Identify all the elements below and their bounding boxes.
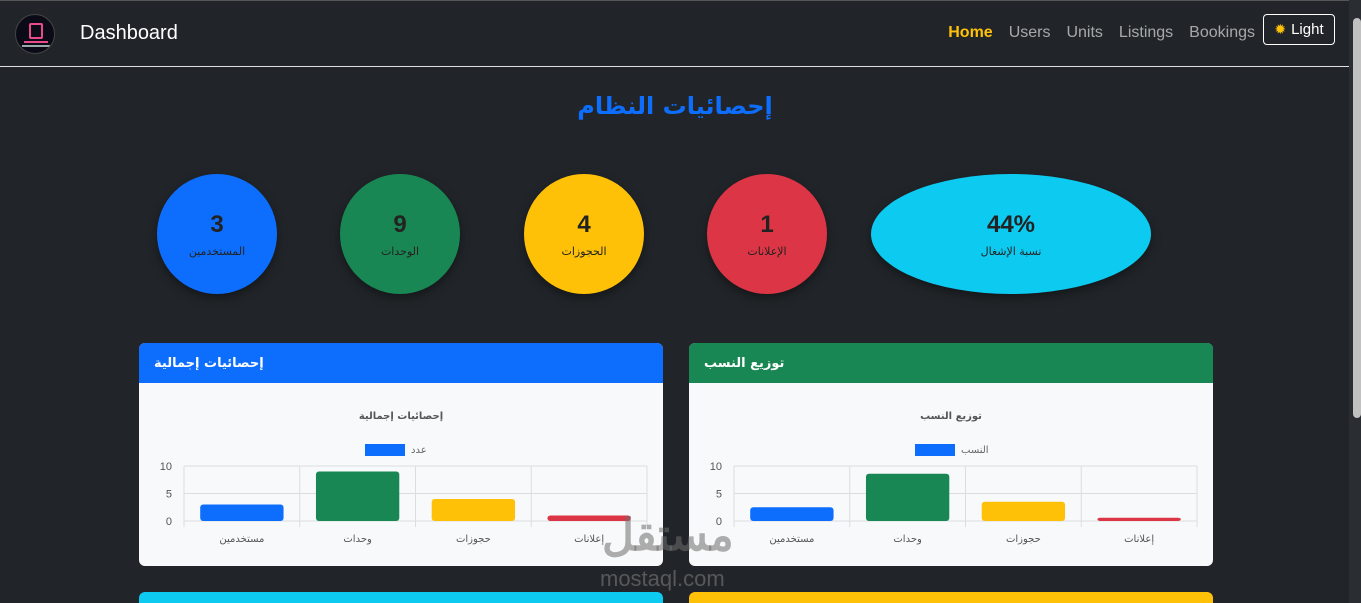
bottom-card-right xyxy=(689,592,1213,603)
legend-label: النسب xyxy=(961,445,989,456)
x-tick-label: وحدات xyxy=(893,534,922,545)
chart-title: إحصائيات إجمالية xyxy=(359,411,443,422)
chart-bar xyxy=(750,507,834,521)
watermark-latin: mostaql.com xyxy=(600,566,725,591)
stat-occupancy: 44% نسبة الإشغال xyxy=(871,174,1151,294)
x-tick-label: حجوزات xyxy=(1006,534,1041,545)
card-overall-stats: إحصائيات إجمالية إحصائيات إجمالية عدد 0 5 10… xyxy=(139,343,663,566)
card-body: توزيع النسب النسب 0 5 10 مستخدمين وحدات حجوزات إ… xyxy=(689,383,1213,566)
page-title: إحصائيات النظام xyxy=(577,92,773,120)
brand-title[interactable]: Dashboard xyxy=(80,22,178,45)
legend-label: عدد xyxy=(411,445,427,456)
stat-label: نسبة الإشغال xyxy=(980,244,1042,258)
x-tick-label: وحدات xyxy=(343,534,372,545)
card-header-title: توزيع النسب xyxy=(704,355,785,371)
theme-toggle-button[interactable]: ✹ Light xyxy=(1263,14,1335,45)
legend-swatch xyxy=(915,444,955,456)
nav-links: Home Users Units Listings Bookings xyxy=(932,24,1255,42)
stat-value: 44% xyxy=(986,210,1036,238)
y-tick-label: 0 xyxy=(166,516,172,528)
watermark-arabic: مستقل xyxy=(602,511,734,560)
stat-value: 3 xyxy=(210,210,224,238)
y-tick-label: 10 xyxy=(710,461,722,473)
stat-label: الحجوزات xyxy=(561,244,607,258)
stat-label: المستخدمين xyxy=(188,244,246,258)
nav-link-bookings[interactable]: Bookings xyxy=(1189,24,1255,42)
chart-bar xyxy=(200,504,284,521)
x-tick-label: مستخدمين xyxy=(219,534,264,545)
chart-bar xyxy=(865,473,950,521)
chart-bar xyxy=(315,471,400,521)
nav-link-home[interactable]: Home xyxy=(948,24,992,42)
stat-bookings: 4 الحجوزات xyxy=(524,174,644,294)
card-header: توزيع النسب xyxy=(689,343,1213,383)
x-tick-label: حجوزات xyxy=(456,534,491,545)
stat-users: 3 المستخدمين xyxy=(157,174,277,294)
nav-link-units[interactable]: Units xyxy=(1066,24,1102,42)
nav-link-users[interactable]: Users xyxy=(1009,24,1051,42)
y-tick-label: 10 xyxy=(160,461,172,473)
y-tick-label: 5 xyxy=(166,489,172,501)
sun-icon: ✹ xyxy=(1274,21,1287,37)
chart-bar xyxy=(981,501,1066,521)
chart-bar xyxy=(431,499,516,521)
cart-icon xyxy=(29,23,43,39)
stat-label: الإعلانات xyxy=(747,244,787,258)
card-body: إحصائيات إجمالية عدد 0 5 10 مستخدمين وحدات حجوز… xyxy=(139,383,663,566)
x-tick-label: مستخدمين xyxy=(769,534,814,545)
x-tick-label: إعلانات xyxy=(1124,534,1154,545)
scrollbar-thumb[interactable] xyxy=(1353,18,1361,418)
bottom-card-left xyxy=(139,592,663,603)
legend-swatch xyxy=(365,444,405,456)
theme-toggle-label: Light xyxy=(1291,21,1324,38)
stat-value: 1 xyxy=(760,210,774,238)
card-header: إحصائيات إجمالية xyxy=(139,343,663,383)
card-header-title: إحصائيات إجمالية xyxy=(154,355,264,371)
chart-title: توزيع النسب xyxy=(920,411,982,422)
stat-value: 9 xyxy=(393,210,407,238)
y-tick-label: 5 xyxy=(716,489,722,501)
stat-units: 9 الوحدات xyxy=(340,174,460,294)
stat-value: 4 xyxy=(577,210,591,238)
navbar: Dashboard Home Users Units Listings Book… xyxy=(0,1,1361,67)
stat-listings: 1 الإعلانات xyxy=(707,174,827,294)
overall-stats-chart: إحصائيات إجمالية عدد 0 5 10 مستخدمين وحدات حجوز… xyxy=(160,411,648,545)
brand-logo[interactable] xyxy=(15,14,55,54)
nav-link-listings[interactable]: Listings xyxy=(1119,24,1173,42)
chart-bar xyxy=(1097,517,1181,521)
card-ratios: توزيع النسب توزيع النسب النسب 0 5 10 مستخدمين… xyxy=(689,343,1213,566)
ratios-chart: توزيع النسبالنسب0510مستخدمين وحدات حجوزات إ… xyxy=(710,411,1198,545)
x-tick-label: إعلانات xyxy=(574,534,604,545)
stat-label: الوحدات xyxy=(380,244,420,258)
